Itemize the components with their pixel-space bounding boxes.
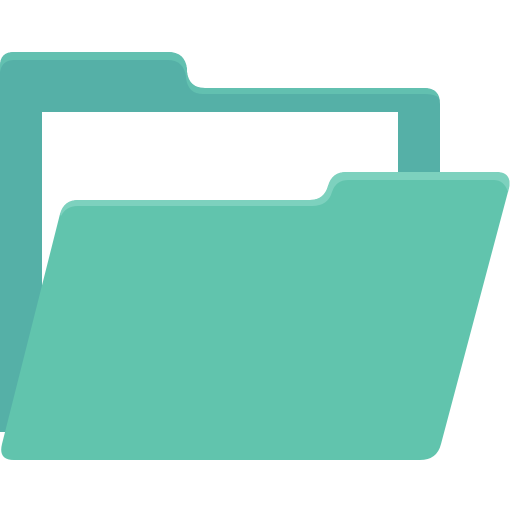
- icon-canvas: [0, 0, 512, 512]
- open-folder-icon[interactable]: [0, 0, 512, 512]
- folder-front-panel: [1, 172, 510, 460]
